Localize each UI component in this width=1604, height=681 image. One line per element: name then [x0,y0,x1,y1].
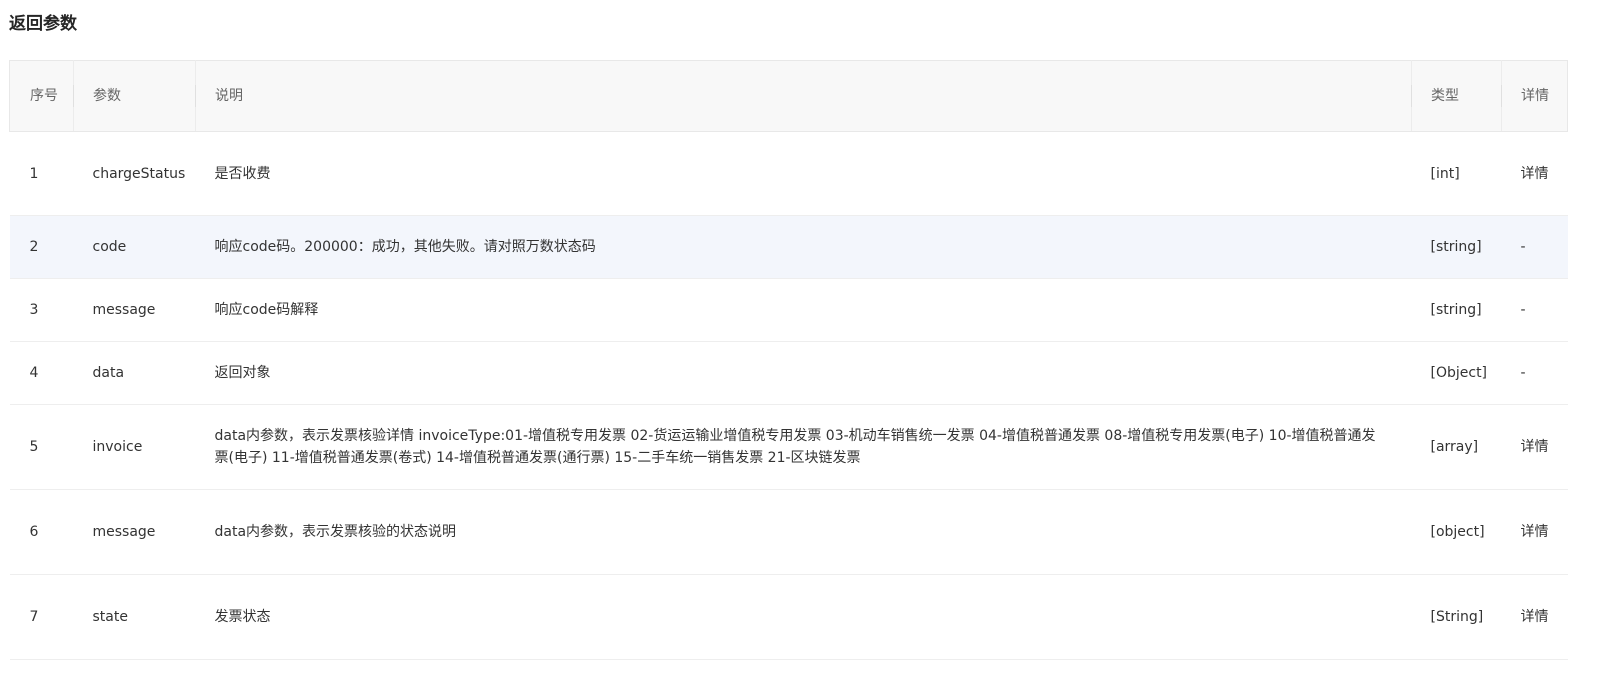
section-title: 返回参数 [9,14,77,34]
cell-detail: - [1501,278,1568,342]
cell-param: invoice [73,404,196,490]
cell-index: 1 [9,131,74,216]
cell-type: [object] [1411,489,1502,575]
header-detail-label: 详情 [1521,88,1549,104]
cell-index: 3 [9,278,74,342]
table-row: 4 data 返回对象 [Object] - [9,341,1568,405]
table-row: 3 message 响应code码解释 [string] - [9,278,1568,342]
cell-param: data [73,341,196,405]
cell-type: [String] [1411,574,1502,660]
detail-link[interactable]: 详情 [1501,404,1568,490]
cell-param: code [73,215,196,279]
cell-type: [Object] [1411,341,1502,405]
cell-index: 7 [9,574,74,660]
header-index[interactable]: 序号 [9,60,75,132]
cell-param: chargeStatus [73,131,196,216]
cell-description: data内参数，表示发票核验的状态说明 [195,489,1412,575]
table-row: 2 code 响应code码。200000：成功，其他失败。请对照万数状态码 [… [9,215,1568,279]
header-description-label: 说明 [215,88,243,104]
cell-description: 响应code码解释 [195,278,1412,342]
header-index-label: 序号 [30,88,58,104]
cell-detail: - [1501,341,1568,405]
table-row: 5 invoice data内参数，表示发票核验详情 invoiceType:0… [9,404,1568,490]
cell-description: 返回对象 [195,341,1412,405]
cell-detail: - [1501,215,1568,279]
table-row: 7 state 发票状态 [String] 详情 [9,574,1568,660]
header-type-label: 类型 [1431,88,1459,104]
cell-type: [string] [1411,215,1502,279]
detail-link[interactable]: 详情 [1501,489,1568,575]
cell-index: 5 [9,404,74,490]
header-description[interactable]: 说明 [195,60,1413,132]
detail-link[interactable]: 详情 [1501,574,1568,660]
cell-type: [array] [1411,404,1502,490]
cell-description: 响应code码。200000：成功，其他失败。请对照万数状态码 [195,215,1412,279]
table-row: 1 chargeStatus 是否收费 [int] 详情 [9,131,1568,216]
cell-param: state [73,574,196,660]
table-body: 1 chargeStatus 是否收费 [int] 详情 2 code 响应co… [9,131,1568,660]
cell-type: [int] [1411,131,1502,216]
header-type[interactable]: 类型 [1411,60,1503,132]
cell-param: message [73,489,196,575]
cell-index: 6 [9,489,74,575]
table-header: 序号 参数 说明 类型 详情 [9,60,1568,132]
cell-index: 2 [9,215,74,279]
header-row: 序号 参数 说明 类型 详情 [9,60,1568,132]
cell-type: [string] [1411,278,1502,342]
cell-description: 发票状态 [195,574,1412,660]
cell-param: message [73,278,196,342]
return-params-table: 序号 参数 说明 类型 详情 1 chargeStatus 是否收费 [int]… [9,60,1568,660]
cell-description: 是否收费 [195,131,1412,216]
table-row: 6 message data内参数，表示发票核验的状态说明 [object] 详… [9,489,1568,575]
header-detail[interactable]: 详情 [1501,60,1568,132]
cell-index: 4 [9,341,74,405]
header-param-label: 参数 [93,88,121,104]
cell-description: data内参数，表示发票核验详情 invoiceType:01-增值税专用发票 … [195,404,1412,490]
header-param[interactable]: 参数 [73,60,197,132]
detail-link[interactable]: 详情 [1501,131,1568,216]
